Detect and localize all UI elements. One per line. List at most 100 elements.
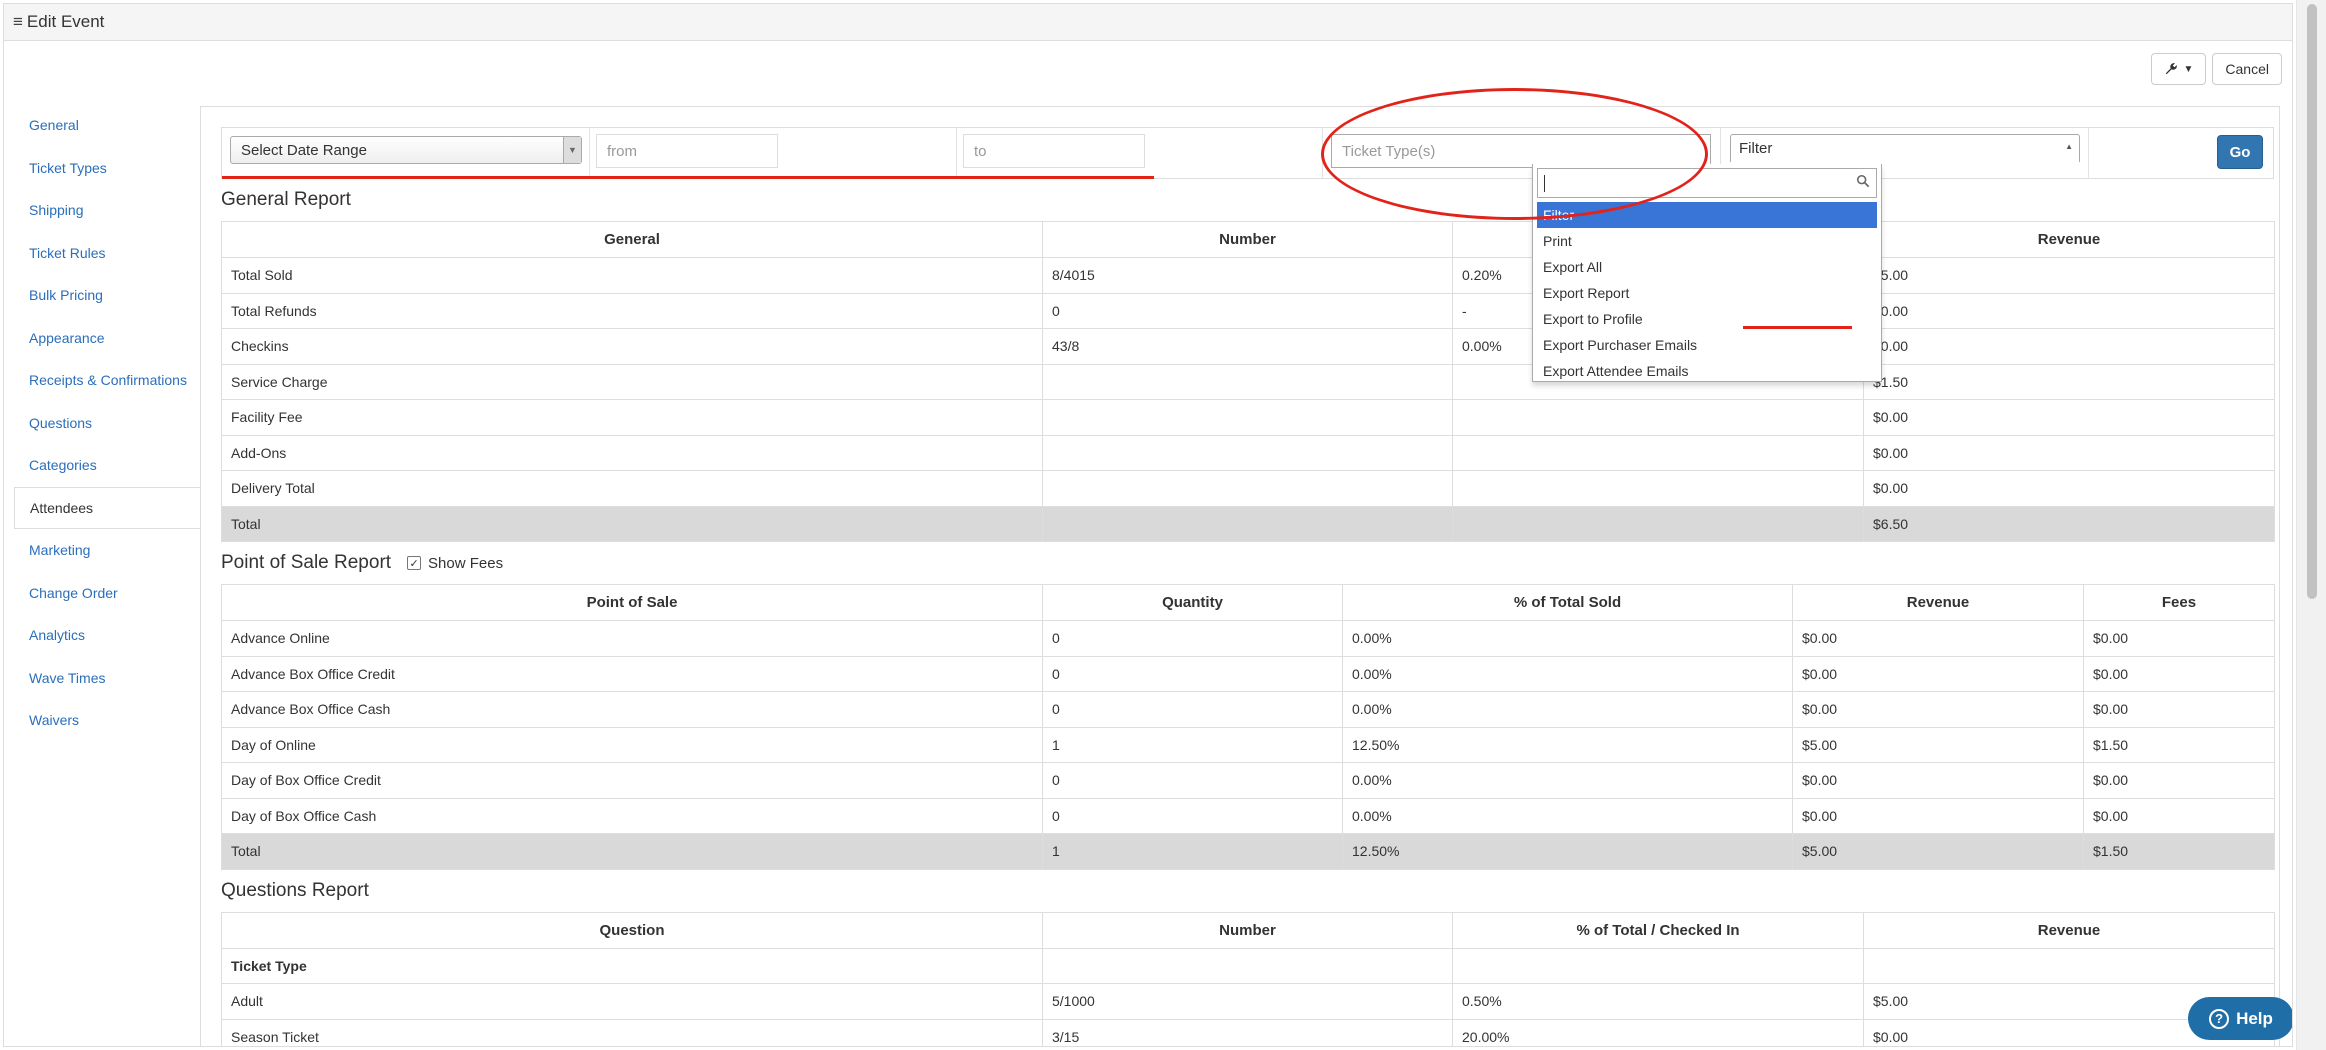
chevron-up-icon: ▲ <box>2065 142 2073 151</box>
table-cell: 0 <box>1042 691 1343 728</box>
show-fees-label: Show Fees <box>428 554 504 572</box>
tools-button[interactable]: ▼ <box>2150 53 2207 85</box>
show-fees-toggle[interactable]: ✓ Show Fees <box>407 555 503 572</box>
sidebar-item-marketing[interactable]: Marketing <box>14 529 200 572</box>
sidebar-item-shipping[interactable]: Shipping <box>14 189 200 232</box>
table-cell <box>1452 470 1864 507</box>
chevron-down-icon: ▼ <box>2183 63 2194 75</box>
table-cell: $6.50 <box>1863 505 2275 542</box>
dropdown-option[interactable]: Export Attendee Emails <box>1533 358 1881 384</box>
sidebar-item-wave-times[interactable]: Wave Times <box>14 657 200 700</box>
general-report-table: General Number % of Total Revenue Total … <box>221 221 2275 542</box>
table-cell: Total Refunds <box>221 292 1043 329</box>
sidebar-item-waivers[interactable]: Waivers <box>14 699 200 742</box>
table-cell: 0 <box>1042 292 1453 329</box>
pos-report-title: Point of Sale Report ✓ Show Fees <box>221 550 2259 576</box>
table-cell: $0.00 <box>1792 691 2084 728</box>
table-cell: 0.00% <box>1342 762 1793 799</box>
table-cell <box>1042 947 1453 984</box>
cancel-button[interactable]: Cancel <box>2212 53 2282 85</box>
dropdown-option[interactable]: Print <box>1533 228 1881 254</box>
table-row: Adult 5/1000 0.50% $5.00 <box>221 983 2275 1020</box>
filter-select[interactable]: Filter ▲ <box>1730 134 2080 162</box>
date-range-cell: Select Date Range ▼ <box>222 128 590 178</box>
dropdown-option[interactable]: Export Report <box>1533 280 1881 306</box>
table-cell: 12.50% <box>1342 726 1793 763</box>
table-cell: $0.00 <box>1792 762 2084 799</box>
help-label: Help <box>2236 1008 2273 1028</box>
to-date-input[interactable]: to <box>963 134 1145 168</box>
table-cell: 0.50% <box>1452 983 1864 1020</box>
sidebar-item-attendees[interactable]: Attendees <box>14 486 201 529</box>
table-cell: $0.00 <box>2083 762 2275 799</box>
help-button[interactable]: ? Help <box>2188 997 2292 1040</box>
sidebar-item-ticket-types[interactable]: Ticket Types <box>14 147 200 190</box>
table-cell: Total <box>221 833 1043 870</box>
search-icon <box>1856 174 1870 188</box>
questions-report-title: Questions Report <box>221 879 369 901</box>
app-window: ≡ Edit Event ▼ Cancel General Ticket Typ… <box>3 3 2293 1047</box>
sidebar-item-general[interactable]: General <box>14 104 200 147</box>
from-cell: from <box>590 128 957 178</box>
table-cell: 0.00% <box>1342 655 1793 692</box>
hamburger-icon[interactable]: ≡ <box>13 12 23 32</box>
table-cell: 20.00% <box>1452 1018 1864 1046</box>
ticket-types-input[interactable]: Ticket Type(s) <box>1331 134 1711 168</box>
total-row: Total 1 12.50% $5.00 $1.50 <box>221 833 2275 870</box>
column-header: Revenue <box>1863 911 2275 949</box>
table-cell: 5/1000 <box>1042 983 1453 1020</box>
table-cell: $1.50 <box>2083 726 2275 763</box>
sidebar-item-categories[interactable]: Categories <box>14 444 200 487</box>
table-cell: 0 <box>1042 762 1343 799</box>
dropdown-option[interactable]: Export All <box>1533 254 1881 280</box>
table-cell: 8/4015 <box>1042 257 1453 294</box>
table-row: Service Charge $1.50 <box>221 363 2275 400</box>
go-button[interactable]: Go <box>2217 135 2263 169</box>
table-cell: 0 <box>1042 620 1343 657</box>
sidebar-item-appearance[interactable]: Appearance <box>14 317 200 360</box>
table-cell: 1 <box>1042 833 1343 870</box>
table-cell: 0 <box>1042 797 1343 834</box>
from-date-input[interactable]: from <box>596 134 778 168</box>
table-cell: $0.00 <box>1863 434 2275 471</box>
date-range-select[interactable]: Select Date Range ▼ <box>230 136 582 164</box>
table-cell <box>1042 434 1453 471</box>
table-cell <box>1863 947 2275 984</box>
filter-bar: Select Date Range ▼ from to Ticket Type(… <box>221 127 2274 179</box>
sidebar-item-change-order[interactable]: Change Order <box>14 572 200 615</box>
dropdown-search-input[interactable] <box>1537 168 1877 198</box>
dropdown-option[interactable]: Export Purchaser Emails <box>1533 332 1881 358</box>
sidebar-item-receipts[interactable]: Receipts & Confirmations <box>14 359 200 402</box>
table-cell: $0.00 <box>2083 620 2275 657</box>
table-cell: Total <box>221 505 1043 542</box>
sidebar-item-analytics[interactable]: Analytics <box>14 614 200 657</box>
page-scrollbar[interactable] <box>2296 0 2326 1050</box>
top-actions: ▼ Cancel <box>2150 53 2282 85</box>
table-cell: $0.00 <box>1863 292 2275 329</box>
column-header: Question <box>221 911 1043 949</box>
table-cell: $0.00 <box>2083 655 2275 692</box>
column-header: % of Total Sold <box>1342 584 1793 621</box>
column-header: Fees <box>2083 584 2275 621</box>
sidebar-item-bulk-pricing[interactable]: Bulk Pricing <box>14 274 200 317</box>
table-row: Delivery Total $0.00 <box>221 470 2275 507</box>
pos-report-table: Point of Sale Quantity % of Total Sold R… <box>221 584 2275 870</box>
table-cell: $0.00 <box>1863 470 2275 507</box>
table-row: Total Refunds 0- $0.00 <box>221 292 2275 329</box>
sidebar-item-questions[interactable]: Questions <box>14 402 200 445</box>
show-fees-checkbox[interactable]: ✓ <box>407 556 422 570</box>
dropdown-option[interactable]: Filter <box>1537 202 1877 228</box>
table-row: Add-Ons $0.00 <box>221 434 2275 471</box>
table-cell <box>1452 505 1864 542</box>
sidebar-item-ticket-rules[interactable]: Ticket Rules <box>14 232 200 275</box>
table-cell: Advance Box Office Cash <box>221 691 1043 728</box>
table-cell: $0.00 <box>1792 655 2084 692</box>
column-header: Revenue <box>1792 584 2084 621</box>
table-row: Advance Box Office Cash 0 0.00% $0.00 $0.00 <box>221 691 2275 728</box>
table-cell: $0.00 <box>1863 328 2275 365</box>
table-cell: Day of Online <box>221 726 1043 763</box>
scrollbar-thumb[interactable] <box>2307 4 2317 599</box>
table-row: Checkins 43/8 0.00% $0.00 <box>221 328 2275 365</box>
table-row: Advance Online 0 0.00% $0.00 $0.00 <box>221 620 2275 657</box>
table-row: Day of Box Office Credit 0 0.00% $0.00 $0.00 <box>221 762 2275 799</box>
